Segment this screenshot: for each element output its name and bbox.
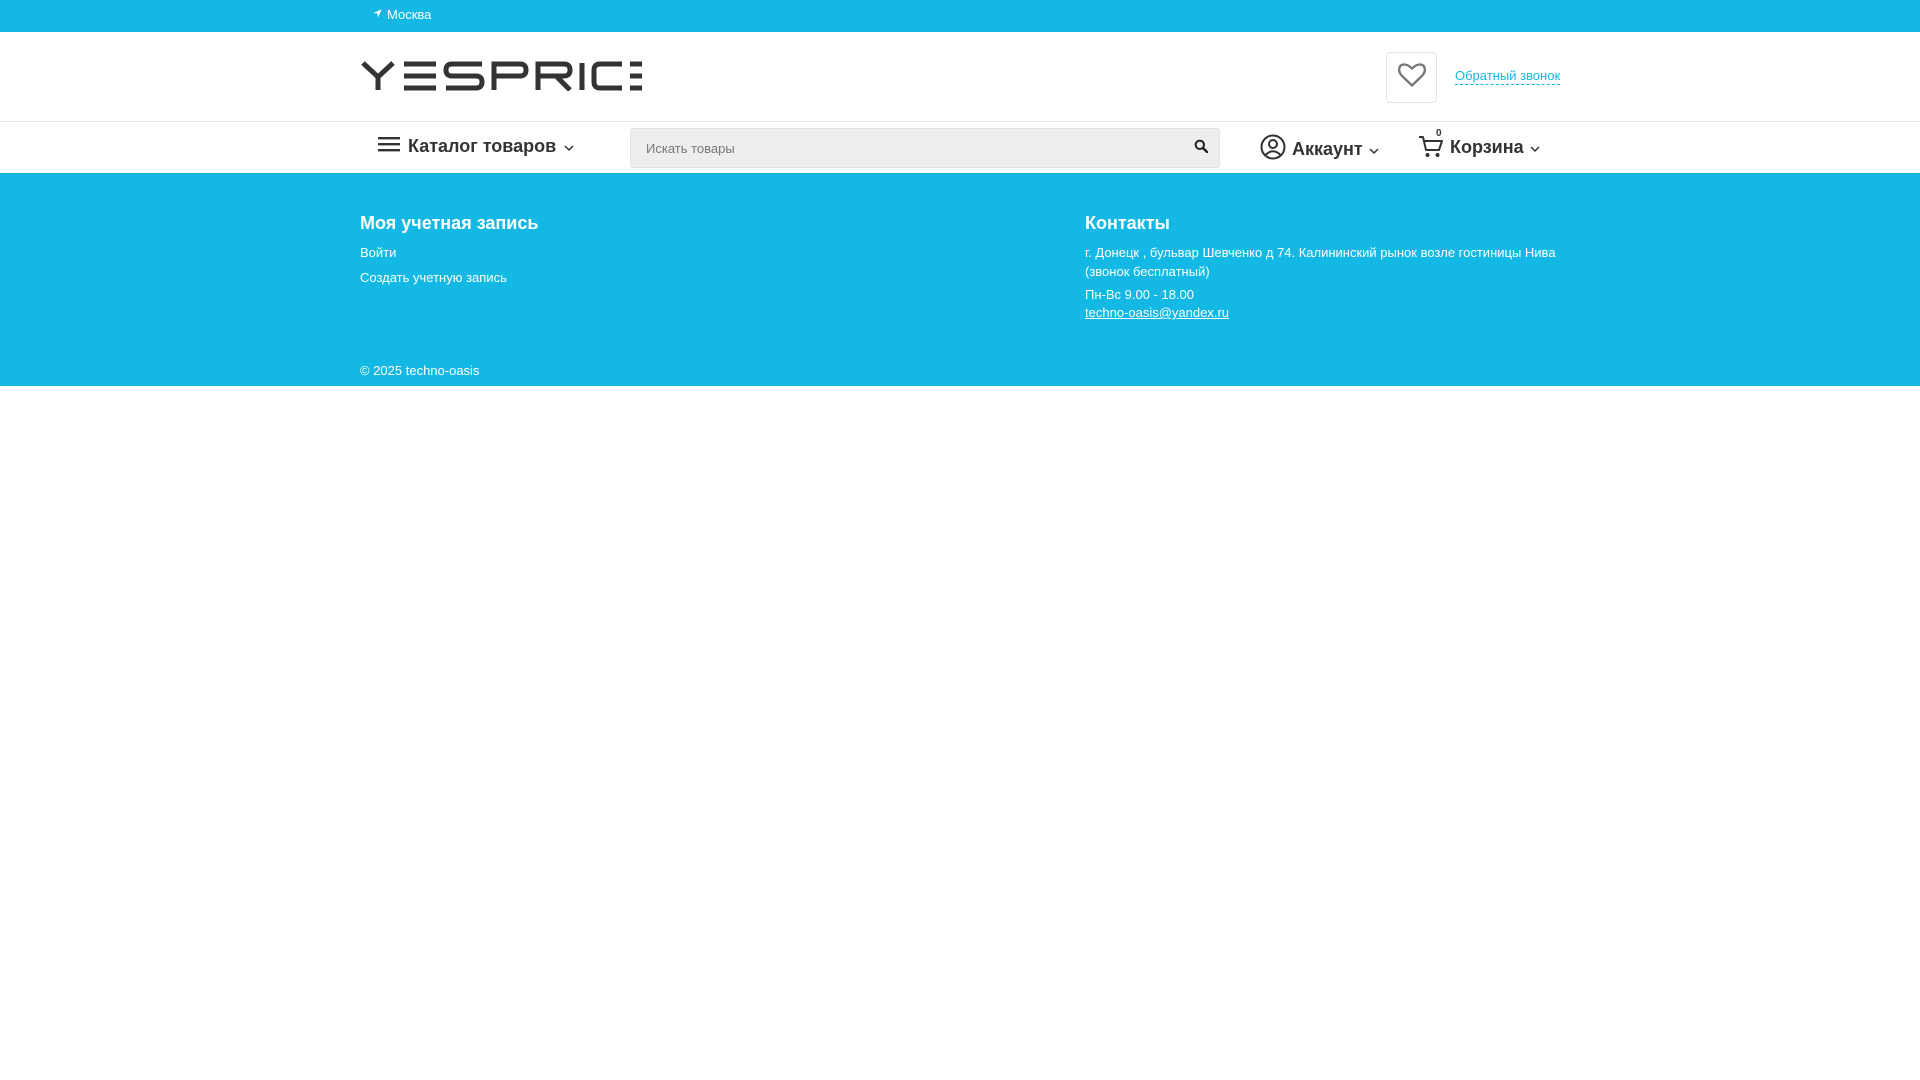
search-icon	[1194, 139, 1209, 158]
location-arrow-icon	[372, 7, 383, 22]
cart-label: Корзина	[1450, 136, 1524, 157]
cart-count-badge: 0	[1434, 128, 1444, 140]
chevron-down-icon	[564, 136, 574, 157]
chevron-down-icon	[1369, 139, 1379, 160]
chevron-down-icon	[1530, 137, 1540, 158]
cart-icon-wrapper: 0	[1418, 128, 1444, 160]
search-bar	[630, 128, 1220, 168]
account-menu-button[interactable]: Аккаунт	[1260, 134, 1379, 165]
heart-icon	[1397, 62, 1426, 93]
search-button[interactable]	[1191, 138, 1211, 158]
site-footer: Моя учетная запись Войти Создать учетную…	[0, 173, 1920, 386]
catalog-label: Каталог товаров	[408, 136, 557, 156]
wishlist-button[interactable]	[1386, 52, 1437, 103]
site-logo[interactable]	[360, 61, 642, 96]
hamburger-icon	[378, 135, 400, 158]
yesprice-logo	[361, 61, 642, 92]
contact-hours: Пн-Вс 9.00 - 18.00	[1085, 287, 1195, 302]
login-link[interactable]: Войти	[360, 245, 396, 260]
city-selector[interactable]: Москва	[372, 7, 431, 22]
city-label: Москва	[387, 7, 432, 22]
shopping-cart-icon	[1418, 136, 1444, 164]
contacts-section-title: Контакты	[1085, 213, 1170, 233]
user-circle-icon	[1260, 134, 1286, 165]
main-nav: Каталог товаров Аккаунт 0 Корзина	[0, 123, 1920, 173]
top-bar: Москва	[0, 0, 1920, 32]
contact-address: г. Донецк , бульвар Шевченко д 74. Калин…	[1085, 245, 1556, 279]
search-input[interactable]	[631, 129, 1171, 167]
account-label: Аккаунт	[1292, 139, 1363, 159]
callback-link[interactable]: Обратный звонок	[1455, 68, 1561, 85]
cart-button[interactable]: 0 Корзина	[1418, 128, 1540, 160]
account-section-title: Моя учетная запись	[360, 213, 539, 233]
copyright-text: © 2025 techno-oasis	[360, 363, 480, 378]
register-link[interactable]: Создать учетную запись	[360, 270, 507, 285]
contact-email-link[interactable]: techno-oasis@yandex.ru	[1085, 303, 1229, 322]
site-header: Обратный звонок	[0, 32, 1920, 122]
catalog-menu-button[interactable]: Каталог товаров	[378, 135, 574, 158]
